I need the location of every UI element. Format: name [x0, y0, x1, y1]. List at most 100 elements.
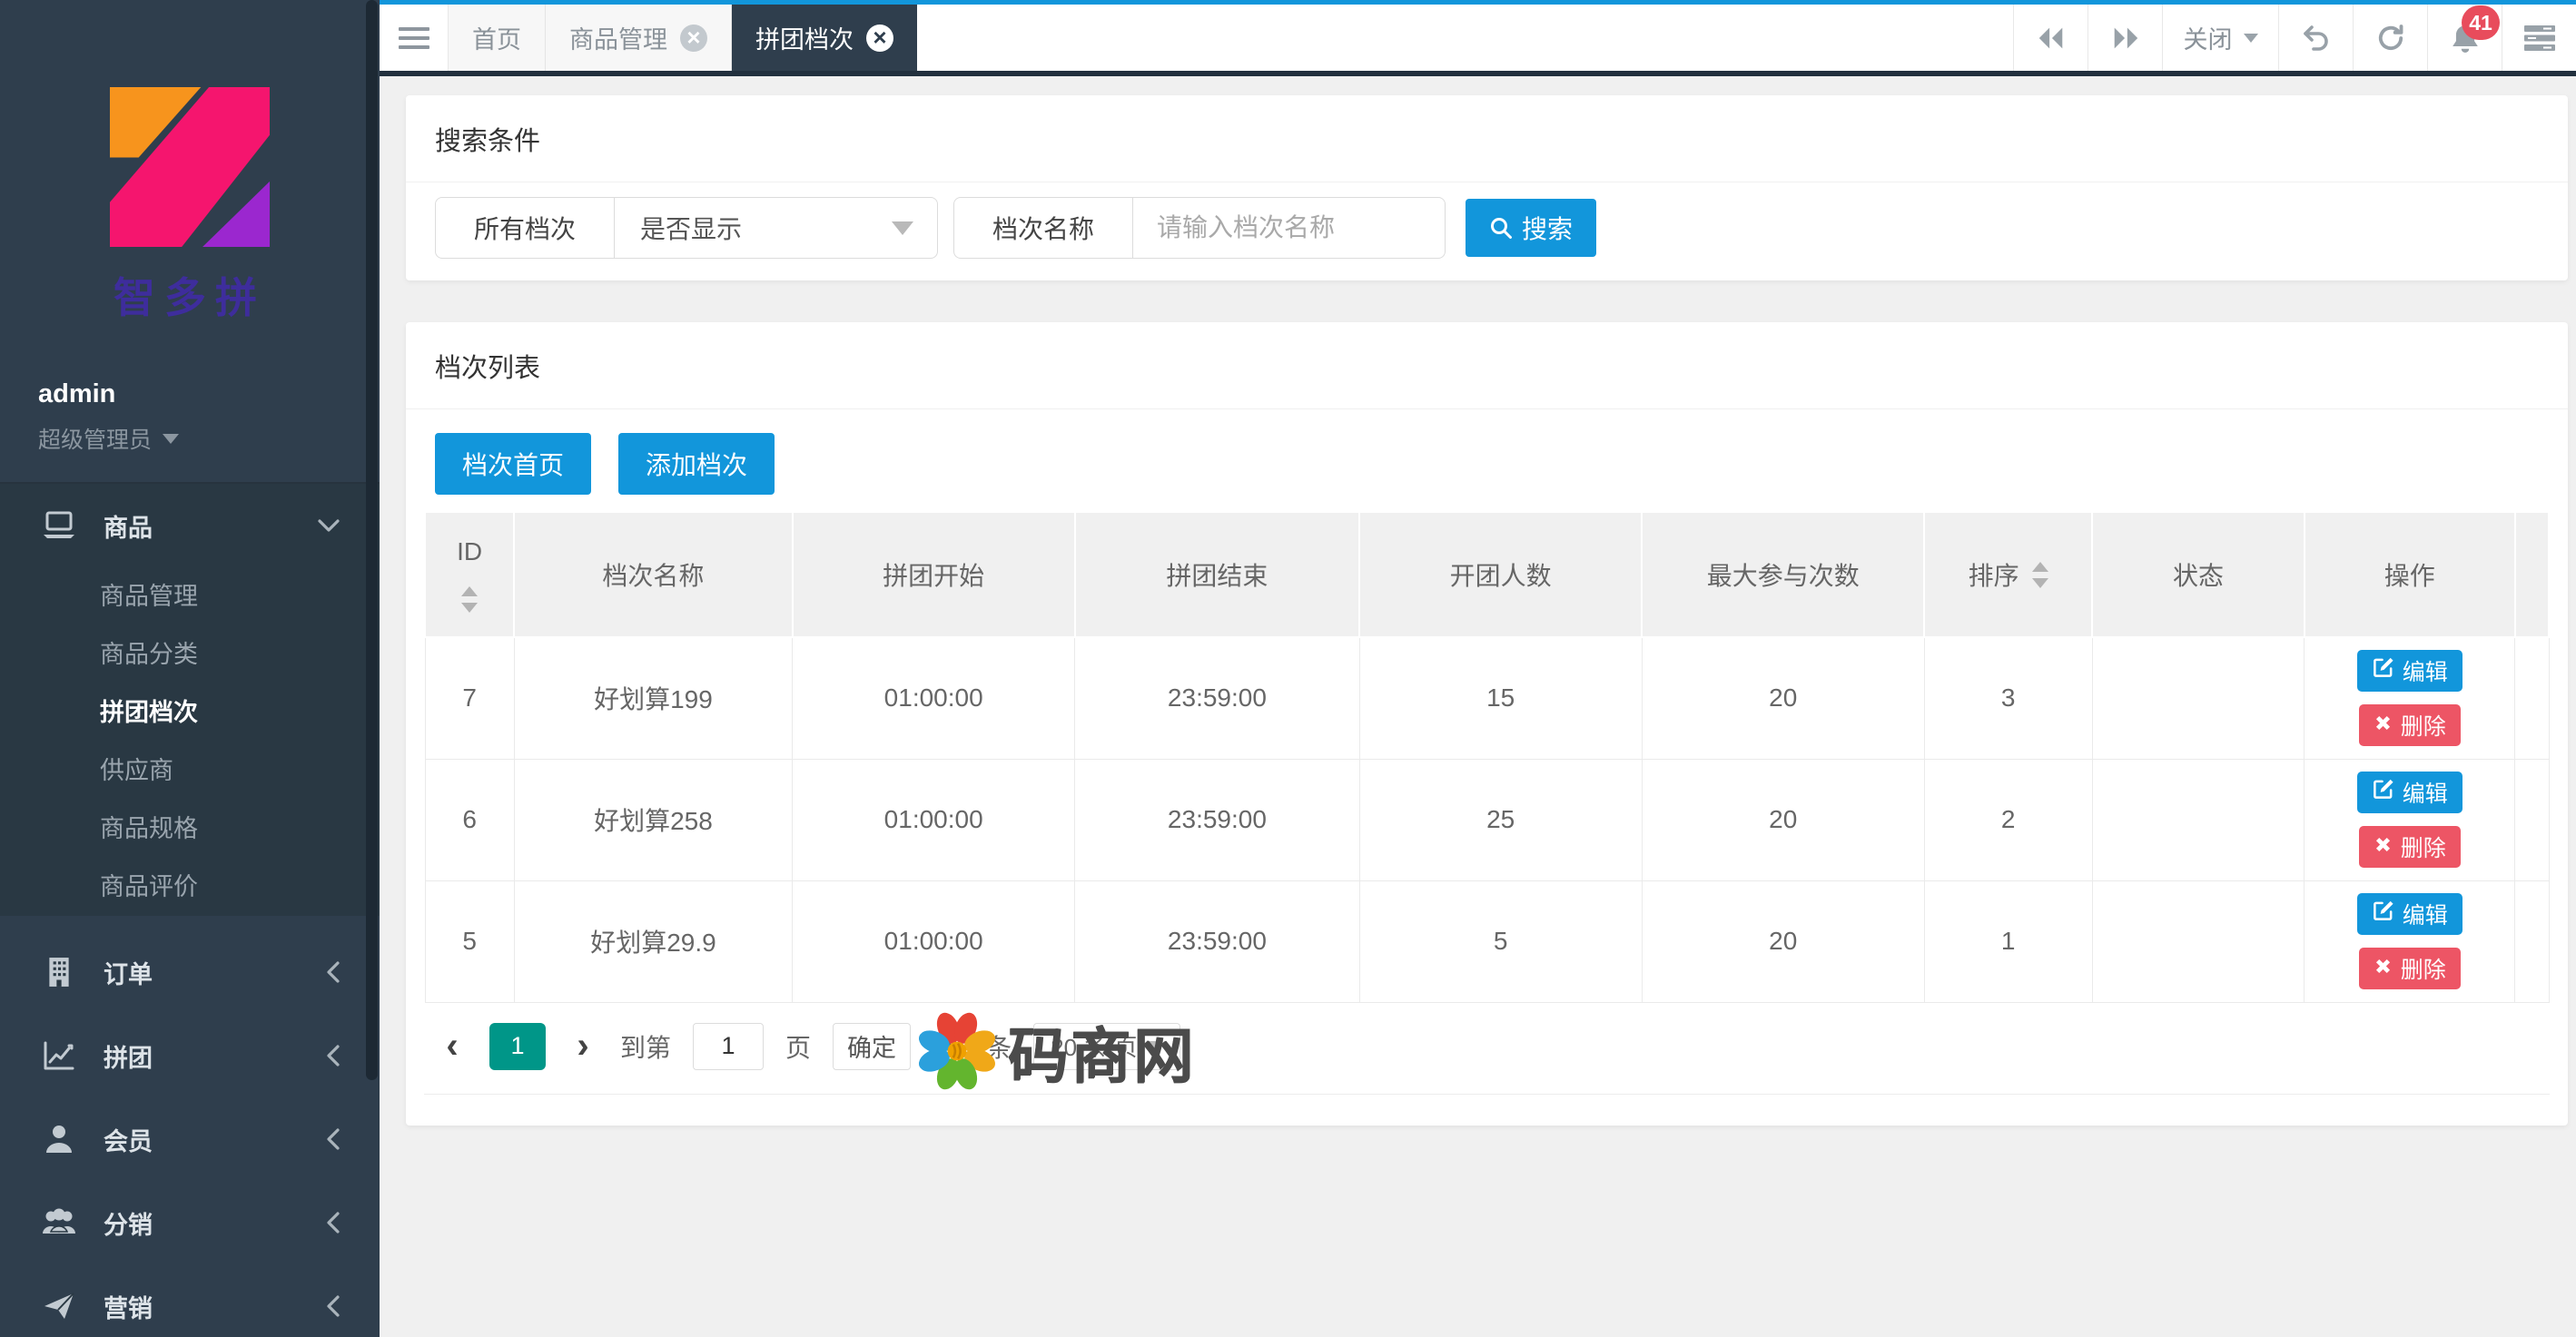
- edit-icon: [2372, 778, 2394, 807]
- prev-page-button[interactable]: ‹: [437, 1026, 468, 1067]
- page-size-select[interactable]: 20 条/页: [1033, 1023, 1180, 1070]
- tab-close-icon[interactable]: ×: [866, 25, 893, 52]
- delete-button[interactable]: 删除: [2359, 948, 2461, 989]
- edit-icon: [2372, 656, 2394, 685]
- table-cell: 5: [425, 880, 514, 1002]
- topbar-spacer: [917, 5, 2013, 71]
- tab-close-icon[interactable]: ×: [680, 25, 707, 52]
- caret-down-icon: [2244, 34, 2258, 43]
- table-cell: 好划算29.9: [514, 880, 792, 1002]
- column-header-档次名称: 档次名称: [514, 512, 792, 637]
- tier-name-input[interactable]: [1133, 213, 1445, 242]
- sidebar-item-label: 营销: [104, 1289, 153, 1324]
- logo-z-icon: [110, 87, 270, 247]
- sidebar-subitem-商品规格[interactable]: 商品规格: [0, 800, 380, 858]
- goto-page-input[interactable]: [693, 1023, 764, 1070]
- sidebar-item-label: 订单: [104, 955, 153, 990]
- sidebar-item-商品[interactable]: 商品: [0, 484, 380, 567]
- tab-scroll-left-button[interactable]: [2013, 5, 2087, 71]
- delete-x-icon: [2374, 956, 2393, 982]
- building-icon: [40, 957, 78, 988]
- undo-icon: [2302, 25, 2331, 52]
- sidebar-item-营销[interactable]: 营销: [0, 1264, 380, 1337]
- topbar: 首页商品管理× 拼团档次 × 关闭 41: [380, 0, 2576, 76]
- sidebar-subitem-商品分类[interactable]: 商品分类: [0, 625, 380, 683]
- table-row: 6好划算25801:00:0023:59:0025202显编辑删除: [425, 759, 2549, 880]
- sidebar-subitem-供应商[interactable]: 供应商: [0, 742, 380, 800]
- sidebar-subitem-商品评价[interactable]: 商品评价: [0, 858, 380, 916]
- user-panel: admin 超级管理员: [0, 325, 380, 484]
- table-cell: 2: [1924, 759, 2092, 880]
- chevron-left-icon: [326, 1128, 340, 1150]
- add-tier-button[interactable]: 添加档次: [618, 433, 775, 495]
- table-cell: 15: [1359, 637, 1642, 759]
- sidebar-group-2: 拼团: [0, 1014, 380, 1097]
- tab-label: 拼团档次: [755, 20, 854, 55]
- sidebar-menu: 商品商品管理商品分类拼团档次供应商商品规格商品评价订单拼团会员分销营销: [0, 484, 380, 1337]
- edit-button[interactable]: 编辑: [2357, 650, 2462, 692]
- next-page-button[interactable]: ›: [568, 1026, 598, 1067]
- column-label: 拼团开始: [883, 562, 984, 590]
- sidebar-item-分销[interactable]: 分销: [0, 1181, 380, 1264]
- table-row: 7好划算19901:00:0023:59:0015203显编辑删除: [425, 637, 2549, 759]
- display-filter-group: 所有档次 是否显示: [435, 197, 938, 259]
- column-header-状态: 状态: [2092, 512, 2305, 637]
- list-actions: 档次首页 添加档次: [406, 409, 2568, 511]
- operations-cell: 编辑删除: [2305, 637, 2515, 759]
- notifications-button[interactable]: 41: [2427, 5, 2502, 71]
- status-toggle-label: 显: [2216, 925, 2239, 958]
- chart-line-icon: [40, 1040, 78, 1071]
- edit-button[interactable]: 编辑: [2357, 893, 2462, 935]
- display-select-value: 是否显示: [640, 210, 742, 246]
- display-select[interactable]: 是否显示: [614, 198, 937, 258]
- tab-label: 首页: [472, 20, 521, 55]
- table-cell: 23:59:00: [1075, 637, 1359, 759]
- tab-scroll-right-button[interactable]: [2087, 5, 2162, 71]
- sidebar-subitem-商品管理[interactable]: 商品管理: [0, 567, 380, 625]
- column-label: 开团人数: [1450, 562, 1552, 590]
- status-cell: 显: [2092, 759, 2305, 880]
- delete-x-icon: [2374, 834, 2393, 860]
- server-list-icon: [2524, 25, 2555, 51]
- undo-button[interactable]: [2278, 5, 2353, 71]
- delete-x-icon: [2374, 713, 2393, 739]
- sidebar-toggle-button[interactable]: [380, 5, 449, 71]
- current-page-button[interactable]: 1: [489, 1023, 546, 1070]
- sidebar-scrollbar[interactable]: [366, 0, 378, 1080]
- tab-拼团档次[interactable]: 拼团档次 ×: [732, 5, 917, 71]
- close-tabs-dropdown[interactable]: 关闭: [2162, 5, 2278, 71]
- tab-首页[interactable]: 首页: [449, 5, 546, 71]
- tab-商品管理[interactable]: 商品管理×: [546, 5, 732, 71]
- caret-down-icon: [1147, 1041, 1163, 1051]
- delete-button[interactable]: 删除: [2359, 704, 2461, 746]
- total-count-label: 共 3 条: [933, 1028, 1012, 1065]
- refresh-button[interactable]: [2353, 5, 2427, 71]
- delete-button[interactable]: 删除: [2359, 826, 2461, 868]
- sort-arrows-icon[interactable]: [2032, 562, 2048, 588]
- tier-name-label: 档次名称: [954, 198, 1132, 258]
- sidebar-group-0: 商品商品管理商品分类拼团档次供应商商品规格商品评价: [0, 484, 380, 916]
- tier-home-button[interactable]: 档次首页: [435, 433, 591, 495]
- sidebar-item-拼团[interactable]: 拼团: [0, 1014, 380, 1097]
- notification-badge: 41: [2462, 5, 2500, 40]
- task-list-button[interactable]: [2502, 5, 2576, 71]
- column-label: 最大参与次数: [1707, 562, 1860, 590]
- sidebar-subitem-拼团档次[interactable]: 拼团档次: [0, 683, 380, 742]
- sidebar: 智多拼 admin 超级管理员 商品商品管理商品分类拼团档次供应商商品规格商品评…: [0, 0, 380, 1337]
- user-role-dropdown[interactable]: 超级管理员: [38, 422, 341, 455]
- sidebar-item-会员[interactable]: 会员: [0, 1097, 380, 1181]
- toggle-knob: [2156, 703, 2194, 741]
- tier-table: ID档次名称拼团开始拼团结束开团人数最大参与次数排序状态操作 7好划算19901…: [424, 511, 2550, 1003]
- member-icon: [40, 1124, 78, 1155]
- column-header-ID[interactable]: ID: [425, 512, 514, 637]
- sort-arrows-icon[interactable]: [461, 586, 478, 613]
- goto-confirm-button[interactable]: 确定: [833, 1023, 911, 1070]
- table-cell: 01:00:00: [793, 880, 1075, 1002]
- user-role-label: 超级管理员: [38, 422, 152, 455]
- search-icon: [1489, 216, 1513, 240]
- column-header-排序[interactable]: 排序: [1924, 512, 2092, 637]
- edit-button[interactable]: 编辑: [2357, 772, 2462, 813]
- search-button[interactable]: 搜索: [1466, 199, 1596, 257]
- main-content: 搜索条件 所有档次 是否显示 档次名称 搜索: [380, 76, 2576, 1337]
- sidebar-item-订单[interactable]: 订单: [0, 930, 380, 1014]
